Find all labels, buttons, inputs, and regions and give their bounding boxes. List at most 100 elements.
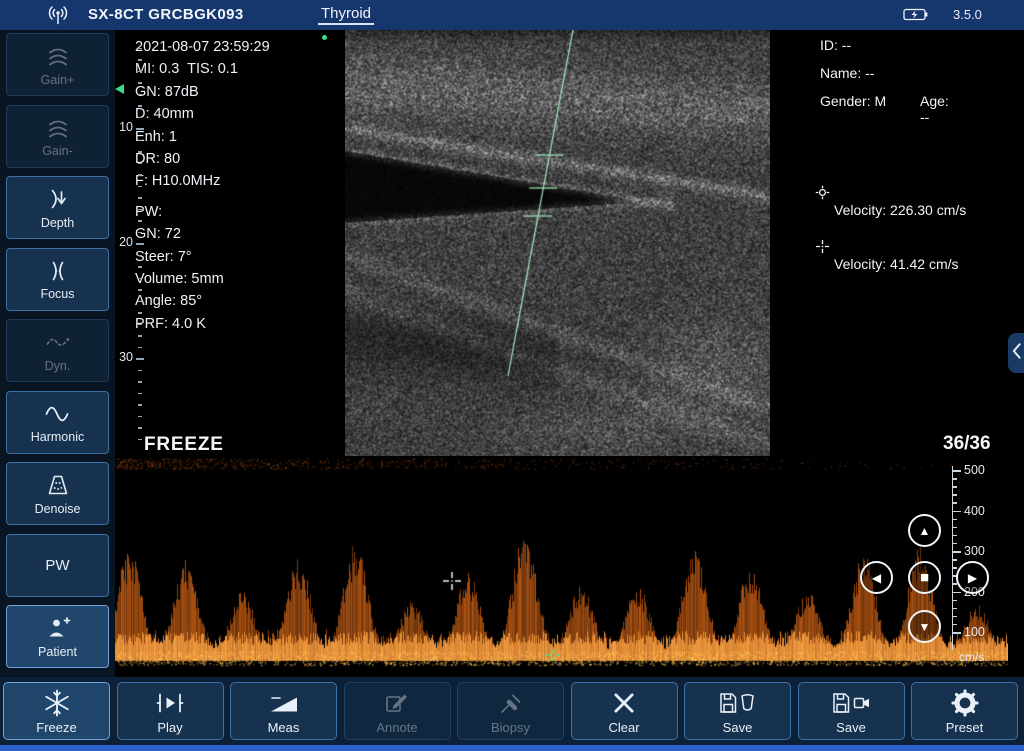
sidebar-item-label: Gain+ — [41, 73, 75, 87]
scale-tick — [953, 624, 957, 626]
scale-tick — [953, 519, 957, 521]
depth-tick — [138, 186, 142, 188]
depth-tick — [138, 59, 142, 61]
depth-tick — [138, 370, 142, 372]
scale-tick — [953, 527, 957, 529]
ultrasound-app: SX-8CT GRCBGK093 Thyroid 3.5.0 Gain+ Gain… — [0, 0, 1024, 751]
status-dot — [322, 35, 327, 40]
toolbar-button-label: Freeze — [36, 720, 76, 735]
depth-tick — [138, 335, 142, 337]
sidebar-item-label: Focus — [40, 287, 74, 301]
sidebar-item-denoise[interactable]: Denoise — [6, 462, 109, 525]
freeze-button[interactable]: Freeze — [3, 682, 110, 740]
patient-icon — [45, 615, 71, 642]
velocity-value: Velocity: 41.42 cm/s — [834, 256, 959, 272]
exam-preset-selector[interactable]: Thyroid — [318, 5, 374, 25]
sidebar-item-label: Harmonic — [31, 430, 85, 444]
nav-right-button[interactable]: ▶ — [956, 561, 989, 594]
toolbar-button-label: Save — [723, 720, 753, 735]
annote-button[interactable]: Annote — [344, 682, 451, 740]
scale-tick — [953, 559, 957, 561]
sidebar-item-depth[interactable]: Depth — [6, 176, 109, 239]
sidebar-item-label: PW — [45, 557, 69, 574]
caliper-marker-2-icon — [815, 239, 830, 259]
scale-label: 300 — [964, 544, 985, 558]
depth-tick — [136, 358, 144, 360]
top-bar: SX-8CT GRCBGK093 Thyroid 3.5.0 — [0, 0, 1024, 30]
depth-tick — [138, 117, 142, 119]
depth-tick — [138, 197, 142, 199]
depth-tick — [138, 71, 142, 73]
toolbar-button-label: Save — [836, 720, 866, 735]
depth-tick — [138, 404, 142, 406]
depth-ruler: 102030 — [117, 36, 159, 456]
sidebar-item-label: Dyn. — [45, 359, 71, 373]
depth-tick — [138, 416, 142, 418]
scale-tick — [953, 592, 961, 594]
harmonic-wave-icon — [44, 400, 72, 427]
sidebar-item-label: Patient — [38, 645, 77, 659]
scale-tick — [953, 494, 957, 496]
patient-age: Age: -- — [920, 93, 949, 121]
depth-tick — [138, 209, 142, 211]
nav-down-button[interactable]: ▼ — [908, 610, 941, 643]
nav-stop-button[interactable]: ■ — [908, 561, 941, 594]
patient-name: Name: -- — [820, 65, 886, 93]
nav-up-button[interactable]: ▲ — [908, 514, 941, 547]
device-name: SX-8CT GRCBGK093 — [88, 6, 244, 23]
measure-calipers-icon — [269, 688, 299, 718]
depth-tick — [138, 82, 142, 84]
frame-counter: 36/36 — [943, 433, 991, 455]
panel-collapse-tab[interactable] — [1008, 333, 1024, 373]
velocity-value: Velocity: 226.30 cm/s — [834, 202, 966, 218]
preset-button[interactable]: Preset — [911, 682, 1018, 740]
sidebar-item-gain-plus[interactable]: Gain+ — [6, 33, 109, 96]
save-cine-icon — [830, 688, 872, 718]
sidebar-item-label: Depth — [41, 216, 74, 230]
depth-tick — [138, 393, 142, 395]
biopsy-button[interactable]: Biopsy — [457, 682, 564, 740]
chevron-left-icon — [1011, 342, 1022, 365]
scale-tick — [953, 567, 957, 569]
scale-tick — [953, 551, 961, 553]
sidebar-item-dyn[interactable]: Dyn. — [6, 319, 109, 382]
scale-tick — [953, 608, 957, 610]
play-button[interactable]: Play — [117, 682, 224, 740]
save-image-button[interactable]: Save — [684, 682, 791, 740]
toolbar-button-label: Preset — [946, 720, 984, 735]
annotate-icon — [384, 688, 410, 718]
sidebar-item-pw[interactable]: PW — [6, 534, 109, 597]
depth-tick — [138, 347, 142, 349]
save-cine-button[interactable]: Save — [798, 682, 905, 740]
bottom-accent-strip — [0, 745, 1024, 751]
bmode-ultrasound-image[interactable] — [345, 30, 770, 456]
depth-tick — [138, 301, 142, 303]
depth-tick — [138, 48, 142, 50]
sidebar-item-label: Gain- — [42, 144, 73, 158]
patient-info: ID: -- Name: -- Gender: M Age: -- — [820, 37, 886, 121]
depth-label: 10 — [117, 120, 133, 134]
sidebar-item-gain-minus[interactable]: Gain- — [6, 105, 109, 168]
dynamic-range-icon — [45, 329, 71, 356]
velocity-measurement: Velocity: 41.42 cm/s — [815, 239, 1024, 277]
depth-tick — [138, 427, 142, 429]
meas-button[interactable]: Meas — [230, 682, 337, 740]
depth-tick — [138, 232, 142, 234]
wifi-icon — [47, 5, 69, 31]
scale-tick — [953, 502, 957, 504]
depth-tick — [138, 312, 142, 314]
sidebar-item-harmonic[interactable]: Harmonic — [6, 391, 109, 454]
bottom-toolbar: Freeze Play Meas AnnoteBiopsyClear Save Save P… — [0, 677, 1024, 745]
nav-left-button[interactable]: ◀ — [860, 561, 893, 594]
depth-tick — [138, 163, 142, 165]
scale-tick — [953, 616, 957, 618]
scale-tick — [953, 632, 961, 634]
battery-icon — [903, 8, 929, 26]
scale-label: 400 — [964, 504, 985, 518]
clear-button[interactable]: Clear — [571, 682, 678, 740]
sidebar-item-patient[interactable]: Patient — [6, 605, 109, 668]
snowflake-icon — [42, 688, 72, 718]
scale-tick — [953, 600, 957, 602]
sidebar-item-focus[interactable]: Focus — [6, 248, 109, 311]
toolbar-button-label: Meas — [268, 720, 300, 735]
